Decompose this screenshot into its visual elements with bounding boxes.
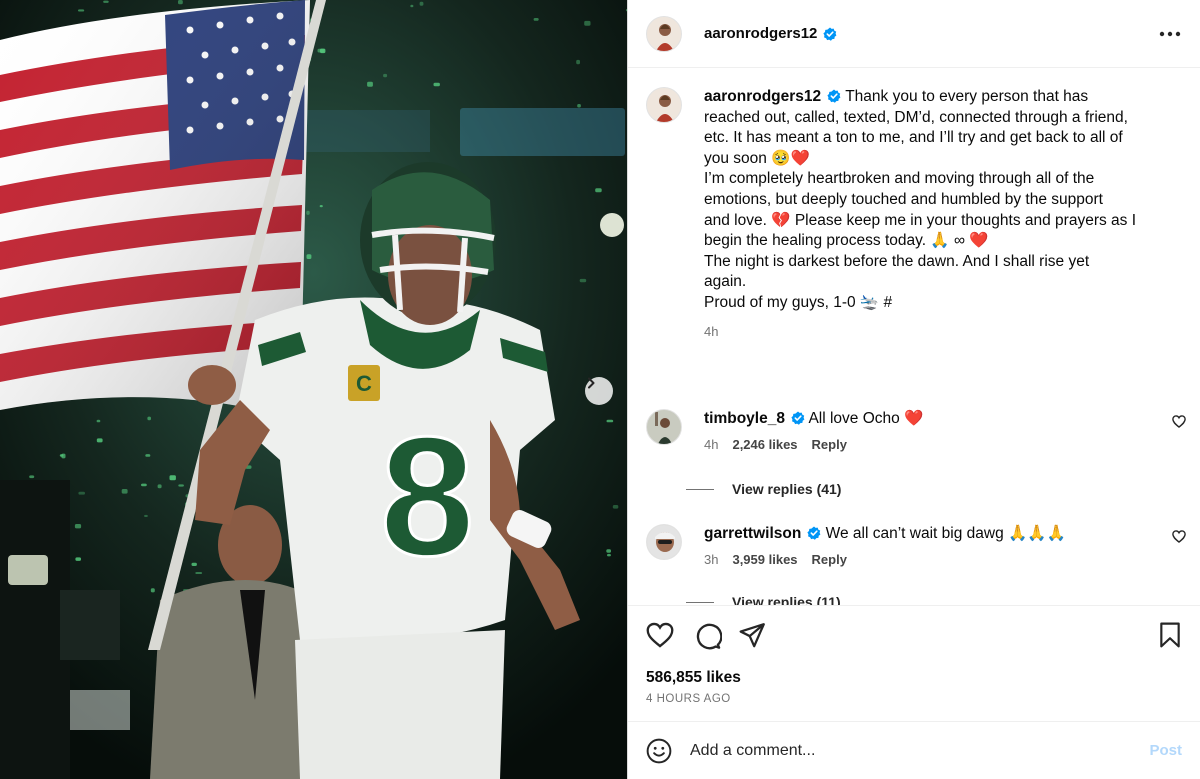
like-comment-heart-icon[interactable] [1172, 530, 1186, 543]
post-comment-button[interactable]: Post [1149, 742, 1182, 759]
comment-age: 4h [704, 437, 719, 452]
caption-age: 4h [704, 323, 719, 339]
caption-line: again. [704, 273, 747, 291]
caption-line: etc. It has meant a ton to me, and I’ll … [704, 129, 1123, 147]
comment-likes[interactable]: 3,959 likes [732, 550, 797, 571]
caption-line: reached out, called, texted, DM’d, conne… [704, 108, 1128, 126]
post-timestamp: 4 HOURS AGO [646, 693, 731, 705]
post-header: aaronrodgers12 [628, 0, 1200, 68]
view-replies-line [686, 488, 714, 490]
view-replies-label: View replies (11) [732, 594, 841, 605]
view-replies-button[interactable]: View replies (41) [686, 481, 841, 497]
caption-line: The night is darkest before the dawn. An… [704, 252, 1090, 270]
comments-section[interactable]: aaronrodgers12 Thank you to every person… [628, 69, 1200, 605]
view-replies-line [686, 601, 714, 603]
caption-line: emotions, but deeply touched and humbled… [704, 190, 1103, 208]
comment-text: All love Ocho ❤️ [808, 410, 924, 427]
author-username[interactable]: aaronrodgers12 [704, 25, 817, 42]
commenter-avatar[interactable] [646, 409, 682, 445]
caption-text: aaronrodgers12 Thank you to every person… [704, 87, 1184, 342]
post-likes-count[interactable]: 586,855 likes [646, 669, 741, 687]
more-options-icon[interactable] [1159, 31, 1181, 37]
caption-line: Thank you to every person that has [845, 88, 1089, 105]
post-panel: aaronrodgers12 aaronrodgers12 Thank you … [627, 0, 1200, 779]
action-bar [646, 622, 1182, 652]
caption-author-avatar[interactable] [646, 87, 682, 123]
caption-username[interactable]: aaronrodgers12 [704, 88, 821, 105]
reply-button[interactable]: Reply [812, 550, 847, 571]
caption-line: you soon 🥹❤️ [704, 149, 810, 167]
bookmark-icon[interactable] [1158, 622, 1182, 648]
comment-text: We all can’t wait big dawg 🙏🙏🙏 [825, 525, 1066, 542]
comment-item: garrettwilson We all can’t wait big dawg… [646, 524, 1186, 584]
verified-badge-icon [791, 411, 805, 425]
comment-likes[interactable]: 2,246 likes [732, 435, 797, 456]
caption-row: aaronrodgers12 Thank you to every person… [646, 87, 1186, 387]
share-icon[interactable] [739, 622, 766, 649]
add-comment-input[interactable] [690, 741, 1120, 760]
comment-icon[interactable] [694, 622, 722, 650]
post-photo-illustration: ROD [0, 0, 627, 779]
view-replies-button[interactable]: View replies (11) [686, 594, 841, 605]
comment-item: timboyle_8 All love Ocho ❤️ 4h 2,246 lik… [646, 409, 1186, 469]
caption-line: begin the healing process today. 🙏 ∞ ❤️ [704, 232, 989, 250]
commenter-username[interactable]: timboyle_8 [704, 410, 785, 427]
view-replies-label: View replies (41) [732, 481, 842, 497]
svg-text:C: C [356, 371, 372, 396]
comment-composer: Post [628, 721, 1200, 779]
verified-badge-icon [827, 89, 841, 103]
post-photo[interactable]: ROD [0, 0, 627, 779]
chevron-right-icon [588, 377, 595, 389]
caption-line: I’m completely heartbroken and moving th… [704, 170, 1095, 188]
carousel-next-button[interactable] [585, 377, 613, 405]
reply-button[interactable]: Reply [812, 435, 847, 456]
verified-badge-icon [807, 526, 821, 540]
heart-icon[interactable] [646, 622, 674, 648]
caption-line: and love. 💔 Please keep me in your thoug… [704, 211, 1137, 229]
svg-text:8: 8 [380, 402, 475, 592]
post-actions-section: 586,855 likes 4 HOURS AGO [628, 605, 1200, 721]
commenter-avatar[interactable] [646, 524, 682, 560]
caption-line: Proud of my guys, 1-0 🛬 # [704, 293, 893, 311]
verified-badge-icon [823, 27, 837, 41]
comment-age: 3h [704, 552, 719, 567]
like-comment-heart-icon[interactable] [1172, 415, 1186, 428]
emoji-icon[interactable] [646, 738, 672, 764]
commenter-username[interactable]: garrettwilson [704, 525, 801, 542]
author-avatar[interactable] [646, 15, 682, 52]
